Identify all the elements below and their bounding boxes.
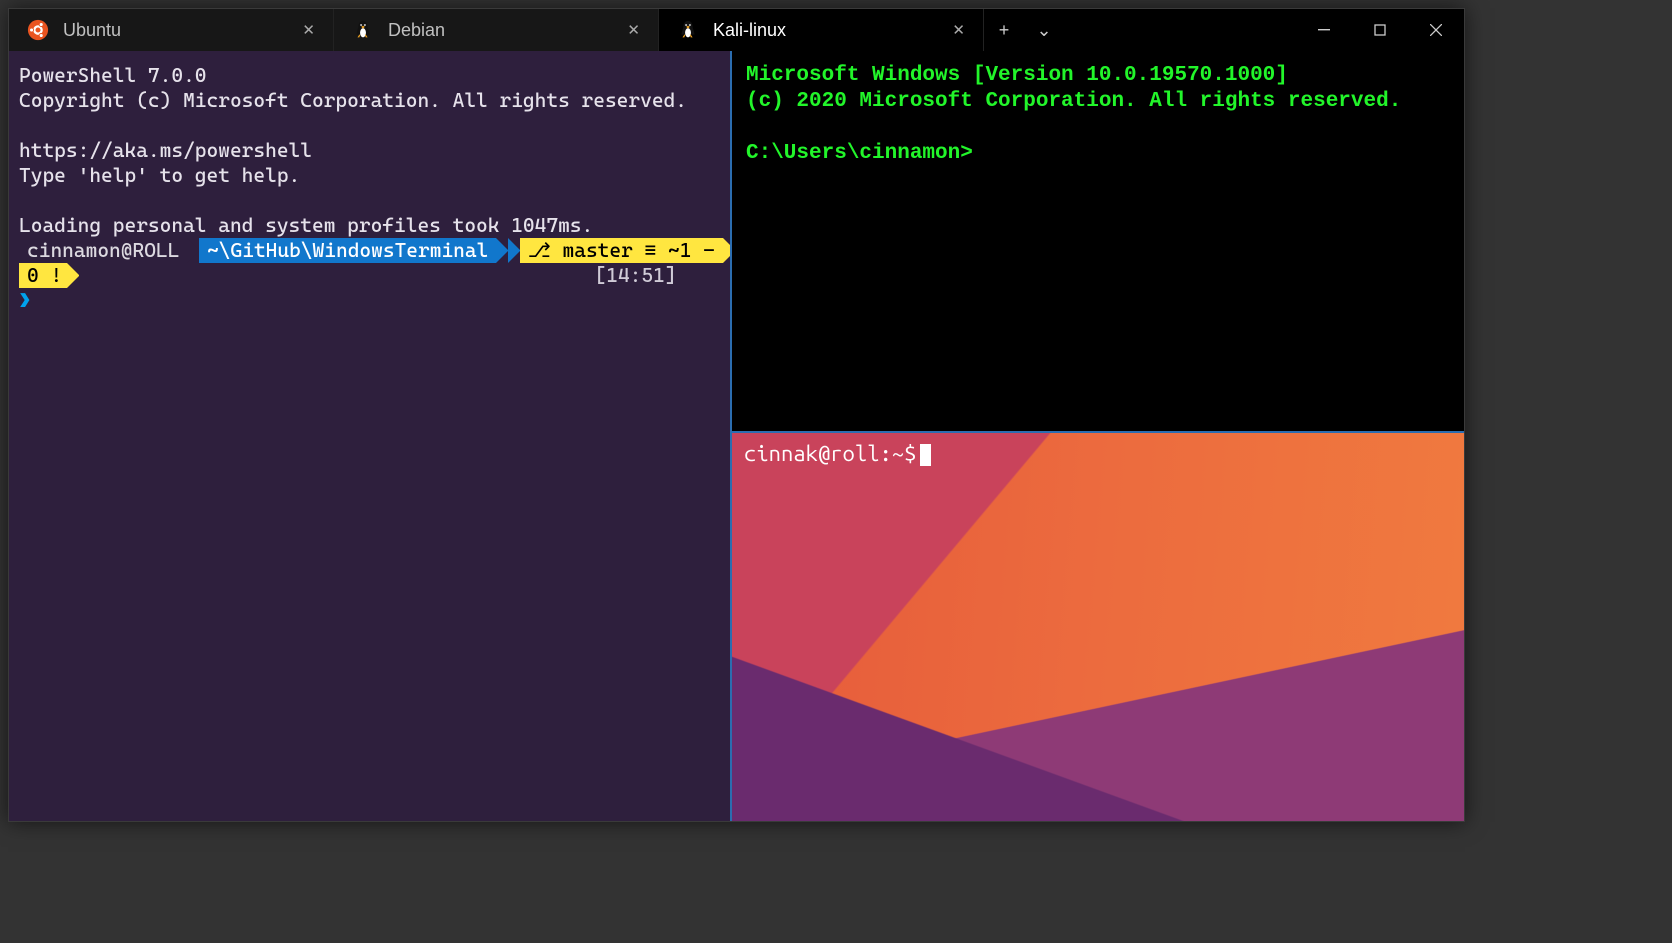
prompt-caret: ❯	[19, 288, 31, 312]
text-line: Type 'help' to get help.	[19, 163, 300, 187]
close-icon[interactable]: ✕	[946, 19, 971, 41]
powershell-pane[interactable]: PowerShell 7.0.0 Copyright (c) Microsoft…	[9, 51, 730, 821]
text-line: Microsoft Windows [Version 10.0.19570.10…	[746, 64, 1288, 87]
ubuntu-wallpaper	[732, 433, 1464, 821]
tab-dropdown-button[interactable]: ⌄	[1024, 9, 1064, 51]
new-tab-button[interactable]: +	[984, 9, 1024, 51]
bash-prompt: cinnak@roll:~$	[744, 441, 916, 466]
tab-debian[interactable]: Debian ✕	[334, 9, 659, 51]
cursor-block	[916, 441, 931, 466]
prompt-path-segment: ~\GitHub\WindowsTerminal	[199, 238, 496, 263]
tab-ubuntu[interactable]: Ubuntu ✕	[9, 9, 334, 51]
cmd-pane[interactable]: Microsoft Windows [Version 10.0.19570.10…	[730, 51, 1464, 431]
plus-icon: +	[999, 20, 1010, 41]
tab-actions: + ⌄	[984, 9, 1064, 51]
pane-grid: PowerShell 7.0.0 Copyright (c) Microsoft…	[9, 51, 1464, 821]
window-controls	[1296, 9, 1464, 51]
windows-terminal-window: Ubuntu ✕ Debian ✕ Kali-linux ✕ + ⌄	[8, 8, 1465, 822]
tab-strip: Ubuntu ✕ Debian ✕ Kali-linux ✕	[9, 9, 984, 51]
title-bar[interactable]: Ubuntu ✕ Debian ✕ Kali-linux ✕ + ⌄	[9, 9, 1464, 51]
text-line: Loading personal and system profiles too…	[19, 213, 593, 237]
tab-label: Ubuntu	[63, 20, 282, 41]
prompt-user-segment: cinnamon@ROLL	[19, 238, 187, 263]
penguin-icon	[352, 19, 374, 41]
cmd-prompt: C:\Users\cinnamon>	[746, 142, 973, 165]
prompt-git-tail: 0 !	[19, 263, 67, 288]
text-line: (c) 2020 Microsoft Corporation. All righ…	[746, 90, 1401, 113]
tab-label: Kali-linux	[713, 20, 932, 41]
maximize-button[interactable]	[1352, 9, 1408, 51]
prompt-git-segment: ⎇ master ≡ ~1 -	[520, 238, 723, 263]
bash-prompt-line: cinnak@roll:~$	[732, 433, 1464, 474]
text-line: https://aka.ms/powershell	[19, 138, 312, 162]
chevron-down-icon: ⌄	[1036, 20, 1051, 41]
prompt-line: cinnamon@ROLL ~\GitHub\WindowsTerminal ⎇…	[19, 238, 723, 262]
text-line: Copyright (c) Microsoft Corporation. All…	[19, 88, 687, 112]
prompt-time: [14:51]	[595, 263, 677, 287]
close-icon[interactable]: ✕	[296, 19, 321, 41]
tab-label: Debian	[388, 20, 607, 41]
close-icon[interactable]: ✕	[621, 19, 646, 41]
close-window-button[interactable]	[1408, 9, 1464, 51]
minimize-button[interactable]	[1296, 9, 1352, 51]
ubuntu-pane[interactable]: cinnak@roll:~$	[730, 431, 1464, 821]
ubuntu-icon	[27, 19, 49, 41]
tab-kali-linux[interactable]: Kali-linux ✕	[659, 9, 984, 51]
text-line: PowerShell 7.0.0	[19, 63, 207, 87]
penguin-icon	[677, 19, 699, 41]
titlebar-drag-area[interactable]	[1064, 9, 1296, 51]
